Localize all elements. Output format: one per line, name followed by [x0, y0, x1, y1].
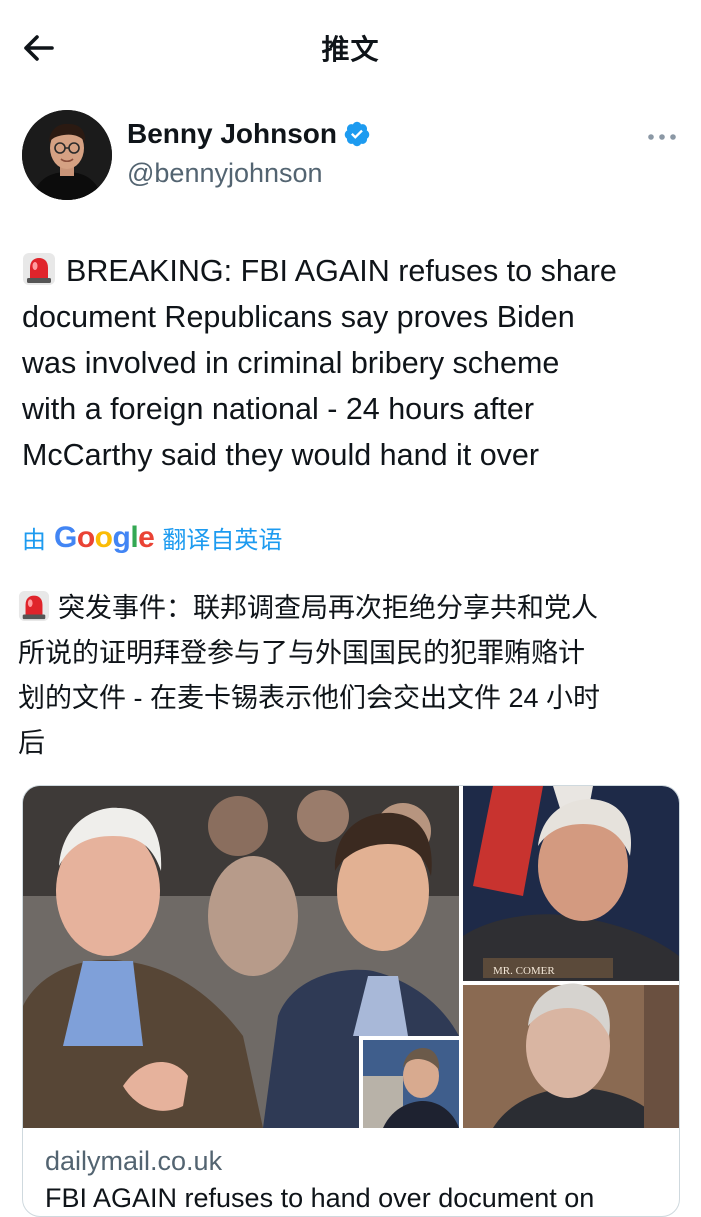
- translated-line: 所说的证明拜登参与了与外国国民的犯罪贿赂计: [18, 638, 585, 668]
- translated-line: 突发事件：联邦调查局再次拒绝分享共和党人: [18, 586, 688, 631]
- translated-line: 后: [18, 728, 45, 758]
- link-preview-card[interactable]: MR. COMER dailymail.co.uk FBI AGAIN refu…: [22, 785, 680, 1217]
- siren-emoji-icon: [18, 590, 50, 622]
- avatar[interactable]: [22, 110, 112, 200]
- tweet-line: with a foreign national - 24 hours after: [22, 392, 535, 426]
- translated-text: 突发事件：联邦调查局再次拒绝分享共和党人 所说的证明拜登参与了与外国国民的犯罪贿…: [18, 586, 688, 766]
- page-title: 推文: [321, 34, 380, 65]
- translated-line: 划的文件 - 在麦卡锡表示他们会交出文件 24 小时: [18, 683, 601, 713]
- google-logo: Google: [54, 520, 155, 554]
- translated-from-label: 翻译自英语: [162, 527, 283, 554]
- siren-emoji-icon: [23, 253, 55, 285]
- card-title: FBI AGAIN refuses to hand over document …: [45, 1183, 595, 1213]
- translation-attribution[interactable]: 由 Google 翻译自英语: [22, 520, 282, 555]
- tweet-line: was involved in criminal bribery scheme: [22, 346, 560, 380]
- tweet-line: document Republicans say proves Biden: [22, 300, 575, 334]
- author-name[interactable]: Benny Johnson: [127, 118, 337, 150]
- nameplate-label: MR. COMER: [493, 965, 555, 977]
- author-handle[interactable]: @bennyjohnson: [127, 158, 323, 189]
- translated-by-label: 由: [22, 527, 46, 554]
- more-options-icon[interactable]: [645, 130, 679, 144]
- card-domain: dailymail.co.uk: [45, 1146, 223, 1176]
- author-name-row[interactable]: Benny Johnson: [127, 118, 371, 150]
- tweet-line: BREAKING: FBI AGAIN refuses to share: [22, 248, 682, 294]
- tweet-line: McCarthy said they would hand it over: [22, 438, 540, 472]
- top-bar: 推文: [0, 0, 701, 95]
- verified-badge-icon: [344, 121, 370, 147]
- card-image-collage: MR. COMER: [23, 786, 679, 1128]
- tweet-text: BREAKING: FBI AGAIN refuses to share doc…: [22, 248, 682, 478]
